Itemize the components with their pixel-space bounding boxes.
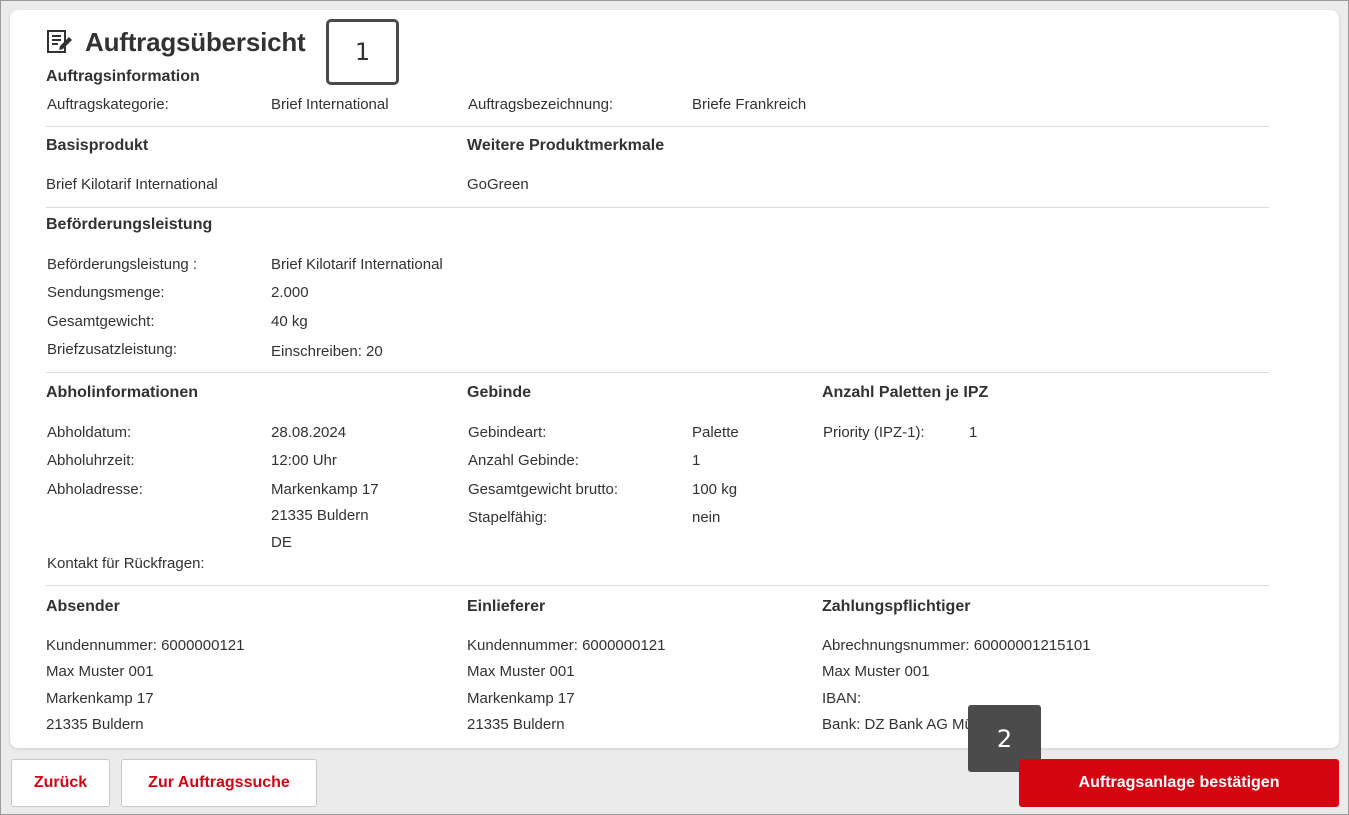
order-search-button[interactable]: Zur Auftragssuche (121, 759, 317, 807)
stapelfaehig-value: nein (692, 509, 721, 526)
abholadresse-line-3: DE (271, 534, 292, 551)
anzahl-gebinde-value: 1 (692, 452, 701, 469)
annotation-marker-1: 1 (326, 19, 399, 85)
auftragsbezeichnung-value: Briefe Frankreich (692, 96, 807, 113)
abholuhrzeit-value: 12:00 Uhr (271, 452, 337, 469)
abholadresse-line-1: Markenkamp 17 (271, 481, 379, 498)
gesamtgewicht-label: Gesamtgewicht: (47, 313, 155, 330)
abholdatum-label: Abholdatum: (47, 424, 132, 441)
section-title-auftragsinformation: Auftragsinformation (46, 68, 200, 85)
page-title: Auftragsübersicht (85, 26, 306, 57)
section-title-einlieferer: Einlieferer (467, 598, 546, 615)
abholadresse-label: Abholadresse: (47, 481, 143, 498)
abholdatum-value: 28.08.2024 (271, 424, 347, 441)
sendungsmenge-label: Sendungsmenge: (47, 284, 165, 301)
gebindeart-label: Gebindeart: (468, 424, 547, 441)
kontakt-label: Kontakt für Rückfragen: (47, 555, 205, 572)
weitere-produktmerkmale-value: GoGreen (467, 176, 529, 193)
section-title-abholinformationen: Abholinformationen (46, 384, 198, 401)
section-title-anzahl-paletten: Anzahl Paletten je IPZ (822, 384, 989, 401)
briefzusatzleistung-label: Briefzusatzleistung: (47, 341, 178, 358)
section-title-befoerderungsleistung: Beförderungsleistung (46, 216, 213, 233)
gesamtgewicht-brutto-label: Gesamtgewicht brutto: (468, 481, 619, 498)
basisprodukt-value: Brief Kilotarif International (46, 176, 218, 193)
section-title-zahlungspflichtiger: Zahlungspflichtiger (822, 598, 971, 615)
back-button[interactable]: Zurück (11, 759, 110, 807)
einlieferer-line-4: 21335 Buldern (467, 716, 565, 733)
priority-value: 1 (969, 424, 978, 441)
section-title-absender: Absender (46, 598, 120, 615)
gesamtgewicht-brutto-value: 100 kg (692, 481, 738, 498)
priority-label: Priority (IPZ-1): (823, 424, 925, 441)
zahlung-line-3: IBAN: (822, 690, 862, 707)
page-header: Auftragsübersicht (46, 26, 306, 58)
order-summary-card: Auftragsübersicht Auftragsinformation Au… (10, 10, 1339, 748)
briefzusatzleistung-value: Einschreiben: 20 (271, 343, 383, 360)
zahlung-line-4: Bank: DZ Bank AG Mü (822, 716, 973, 733)
absender-line-4: 21335 Buldern (46, 716, 144, 733)
zahlung-line-2: Max Muster 001 (822, 663, 930, 680)
stapelfaehig-label: Stapelfähig: (468, 509, 548, 526)
confirm-order-button[interactable]: Auftragsanlage bestätigen (1019, 759, 1339, 807)
anzahl-gebinde-label: Anzahl Gebinde: (468, 452, 579, 469)
section-title-weitere-produktmerkmale: Weitere Produktmerkmale (467, 137, 665, 154)
divider (46, 585, 1269, 586)
absender-line-2: Max Muster 001 (46, 663, 154, 680)
divider (46, 207, 1269, 208)
order-edit-icon (47, 30, 72, 53)
absender-line-1: Kundennummer: 6000000121 (46, 637, 245, 654)
einlieferer-line-3: Markenkamp 17 (467, 690, 575, 707)
befoerderungsleistung-label: Beförderungsleistung : (47, 256, 198, 273)
gebindeart-value: Palette (692, 424, 739, 441)
divider (46, 126, 1269, 127)
befoerderungsleistung-value: Brief Kilotarif International (271, 256, 443, 273)
abholuhrzeit-label: Abholuhrzeit: (47, 452, 135, 469)
zahlung-line-1: Abrechnungsnummer: 60000001215101 (822, 637, 1091, 654)
absender-line-3: Markenkamp 17 (46, 690, 154, 707)
sendungsmenge-value: 2.000 (271, 284, 309, 301)
auftragskategorie-value: Brief International (271, 96, 389, 113)
auftragsbezeichnung-label: Auftragsbezeichnung: (468, 96, 614, 113)
gesamtgewicht-value: 40 kg (271, 313, 308, 330)
section-title-basisprodukt: Basisprodukt (46, 137, 149, 154)
einlieferer-line-2: Max Muster 001 (467, 663, 575, 680)
auftragskategorie-label: Auftragskategorie: (47, 96, 169, 113)
abholadresse-line-2: 21335 Buldern (271, 507, 369, 524)
einlieferer-line-1: Kundennummer: 6000000121 (467, 637, 666, 654)
section-title-gebinde: Gebinde (467, 384, 532, 401)
divider (46, 372, 1269, 373)
